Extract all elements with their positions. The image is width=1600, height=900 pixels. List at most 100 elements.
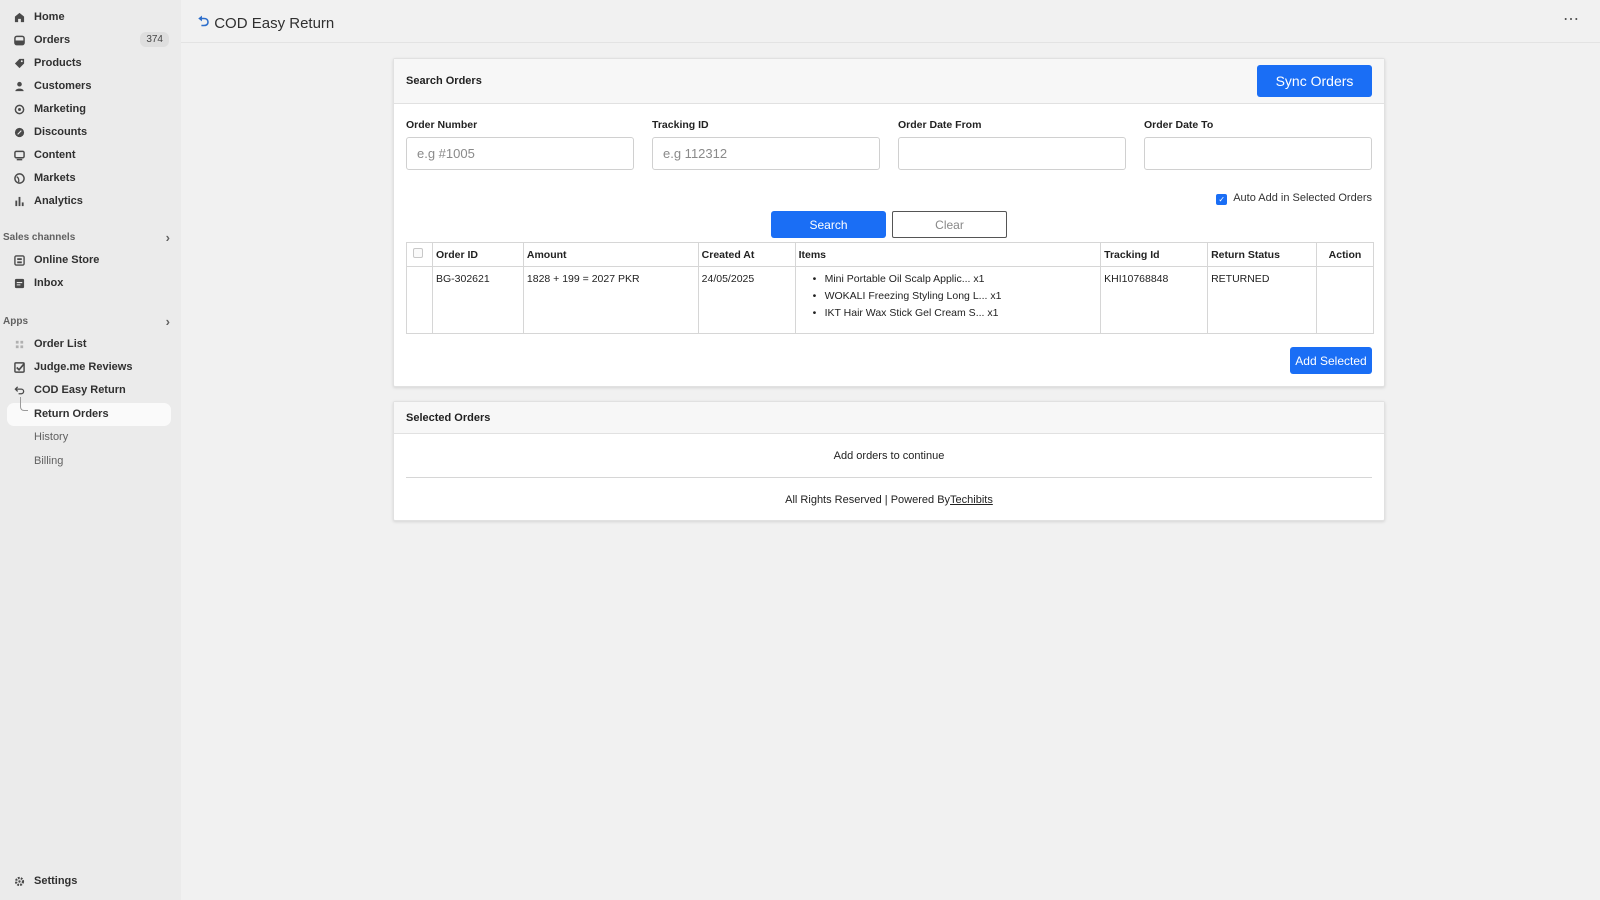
col-order-id: Order ID (431, 242, 524, 267)
footer-text: All Rights Reserved | Powered By (785, 494, 951, 506)
nav-customers[interactable]: Customers (14, 76, 174, 96)
list-item: WOKALI Freezing Styling Long L... x1 (813, 290, 1098, 307)
tracking-id-label: Tracking ID (652, 119, 709, 131)
auto-add-label: Auto Add in Selected Orders (1233, 192, 1372, 204)
person-icon (14, 81, 25, 92)
col-amount: Amount (522, 242, 699, 267)
apps-heading[interactable]: Apps › (3, 314, 173, 329)
nav-analytics-label: Analytics (34, 195, 83, 207)
add-selected-button[interactable]: Add Selected (1290, 347, 1372, 374)
order-number-field-group: Order Number (406, 119, 634, 170)
review-check-icon (14, 361, 25, 373)
date-to-input[interactable] (1144, 137, 1372, 170)
nav-markets[interactable]: Markets (14, 168, 174, 188)
sales-channels-heading[interactable]: Sales channels › (3, 230, 173, 245)
nav-order-list[interactable]: Order List (14, 334, 174, 354)
orders-icon (14, 35, 25, 46)
tag-icon (14, 58, 25, 69)
nav-history[interactable]: History (34, 431, 68, 443)
techibits-link[interactable]: Techibits (950, 494, 993, 506)
nav-marketing[interactable]: Marketing (14, 99, 174, 119)
search-button[interactable]: Search (771, 211, 886, 238)
nav-discounts[interactable]: Discounts (14, 122, 174, 142)
globe-icon (14, 172, 25, 184)
nav-cod-easy-return[interactable]: COD Easy Return (14, 380, 174, 400)
app-header: ⮌ COD Easy Return ⋯ (181, 0, 1600, 43)
search-orders-card: Search Orders Sync Orders Order Number T… (393, 58, 1385, 387)
nav-customers-label: Customers (34, 80, 92, 92)
content-icon (14, 150, 25, 161)
cell-amount: 1828 + 199 = 2027 PKR (522, 266, 699, 334)
search-orders-header: Search Orders Sync Orders (394, 59, 1384, 104)
apps-label: Apps (3, 316, 28, 327)
col-tracking-id: Tracking Id (1100, 242, 1209, 267)
nav-cod-easy-return-label: COD Easy Return (34, 384, 126, 396)
sales-channels-label: Sales channels (3, 232, 76, 243)
target-icon (14, 104, 25, 115)
col-return-status: Return Status (1207, 242, 1317, 267)
nav-judgeme-label: Judge.me Reviews (34, 361, 133, 373)
inbox-icon (14, 278, 25, 289)
nav-inbox[interactable]: Inbox (14, 273, 174, 293)
table-row[interactable]: BG-302621 1828 + 199 = 2027 PKR 24/05/20… (406, 266, 1375, 334)
footer: All Rights Reserved | Powered By Techibit… (394, 478, 1384, 522)
date-from-label: Order Date From (898, 119, 982, 131)
nav-content-label: Content (34, 149, 76, 161)
nav-orders-label: Orders (34, 34, 71, 46)
app-title-text: COD Easy Return (214, 14, 335, 32)
nav-content[interactable]: Content (14, 145, 174, 165)
list-item: IKT Hair Wax Stick Gel Cream S... x1 (813, 307, 1098, 324)
nav-billing[interactable]: Billing (34, 455, 63, 467)
store-icon (14, 254, 25, 266)
date-from-field-group: Order Date From (898, 119, 1126, 170)
nav-discounts-label: Discounts (34, 126, 88, 138)
date-to-label: Order Date To (1144, 119, 1214, 131)
gear-icon (14, 876, 25, 887)
nav-order-list-label: Order List (34, 338, 87, 350)
nav-orders[interactable]: Orders 374 (14, 30, 174, 50)
nav-return-orders[interactable]: Return Orders (7, 397, 171, 426)
return-arrow-icon: ⮌ (198, 13, 210, 29)
selected-orders-empty-state: Add orders to continue (833, 449, 945, 462)
auto-add-checkbox[interactable]: ✓ (1216, 194, 1228, 205)
items-list: Mini Portable Oil Scalp Applic... x1 WOK… (799, 273, 1098, 324)
cell-items: Mini Portable Oil Scalp Applic... x1 WOK… (794, 266, 1102, 334)
sidebar: Home Orders 374 Products Customers Marke… (0, 0, 181, 900)
bar-chart-icon (14, 196, 25, 207)
more-actions-icon[interactable]: ⋯ (1563, 9, 1580, 29)
date-to-field-group: Order Date To (1144, 119, 1372, 170)
select-all-checkbox[interactable] (413, 248, 423, 258)
date-from-input[interactable] (898, 137, 1126, 170)
discount-icon (14, 127, 25, 138)
nav-analytics[interactable]: Analytics (14, 191, 174, 211)
nav-settings-label: Settings (34, 875, 78, 887)
auto-add-option: ✓ Auto Add in Selected Orders (1216, 191, 1372, 205)
orders-table: Order ID Amount Created At Items Trackin… (406, 242, 1375, 334)
clear-button[interactable]: Clear (892, 211, 1007, 238)
home-icon (14, 12, 25, 23)
cell-created-at: 24/05/2025 (697, 266, 796, 334)
orders-count-badge: 374 (140, 32, 169, 47)
tracking-id-field-group: Tracking ID (652, 119, 880, 170)
nav-settings[interactable]: Settings (14, 871, 174, 891)
selected-orders-title: Selected Orders (406, 411, 491, 424)
tracking-id-input[interactable] (652, 137, 880, 170)
nav-online-store[interactable]: Online Store (14, 250, 174, 270)
selected-orders-card: Selected Orders Add orders to continue A… (393, 401, 1385, 521)
order-number-label: Order Number (406, 119, 478, 131)
search-orders-title: Search Orders (406, 75, 482, 87)
nav-judgeme-reviews[interactable]: Judge.me Reviews (14, 357, 174, 377)
nav-online-store-label: Online Store (34, 254, 100, 266)
nav-home[interactable]: Home (14, 7, 174, 27)
nav-products[interactable]: Products (14, 53, 174, 73)
chevron-right-icon: › (165, 314, 170, 329)
grid-icon (14, 339, 25, 350)
order-number-input[interactable] (406, 137, 634, 170)
app-title: ⮌ COD Easy Return (198, 11, 334, 35)
col-items: Items (794, 242, 1102, 267)
col-created-at: Created At (697, 242, 796, 267)
cell-tracking-id: KHI10768848 (1100, 266, 1209, 334)
select-all-cell (406, 242, 433, 267)
cell-return-status: RETURNED (1207, 266, 1317, 334)
sync-orders-button[interactable]: Sync Orders (1257, 65, 1372, 97)
